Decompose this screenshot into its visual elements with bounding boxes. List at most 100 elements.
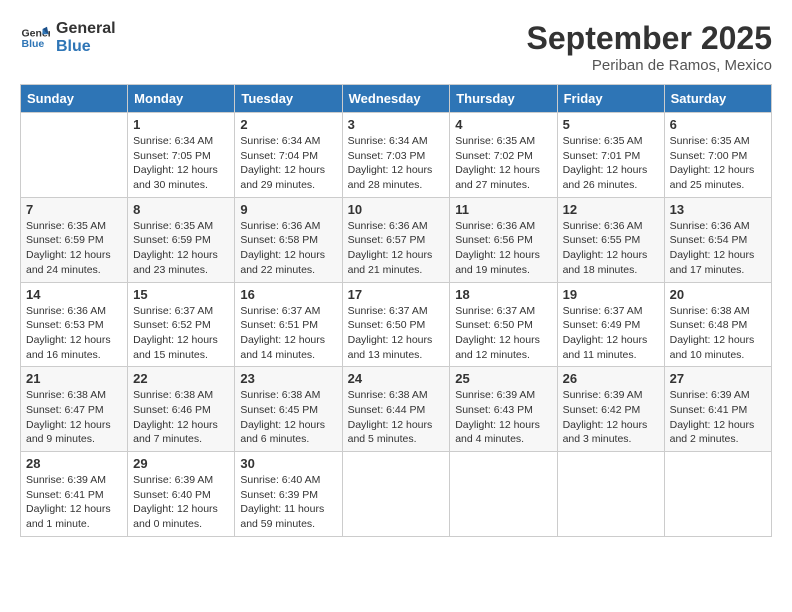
day-cell: 6 Sunrise: 6:35 AM Sunset: 7:00 PM Daylig…: [664, 113, 771, 198]
day-cell: [21, 113, 128, 198]
day-number: 4: [455, 117, 551, 132]
day-number: 30: [240, 456, 336, 471]
col-header-saturday: Saturday: [664, 85, 771, 113]
day-cell: 26 Sunrise: 6:39 AM Sunset: 6:42 PM Dayli…: [557, 367, 664, 452]
day-cell: 9 Sunrise: 6:36 AM Sunset: 6:58 PM Daylig…: [235, 197, 342, 282]
day-info: Sunrise: 6:35 AM Sunset: 7:02 PM Dayligh…: [455, 134, 551, 193]
day-number: 2: [240, 117, 336, 132]
day-number: 7: [26, 202, 122, 217]
day-cell: 4 Sunrise: 6:35 AM Sunset: 7:02 PM Daylig…: [450, 113, 557, 198]
day-cell: [557, 452, 664, 537]
day-cell: 16Sunrise: 6:37 AM Sunset: 6:51 PM Dayli…: [235, 282, 342, 367]
day-cell: 2 Sunrise: 6:34 AM Sunset: 7:04 PM Daylig…: [235, 113, 342, 198]
week-row-1: 1 Sunrise: 6:34 AM Sunset: 7:05 PM Daylig…: [21, 113, 772, 198]
day-info: Sunrise: 6:36 AM Sunset: 6:56 PM Dayligh…: [455, 219, 551, 278]
day-info: Sunrise: 6:34 AM Sunset: 7:04 PM Dayligh…: [240, 134, 336, 193]
day-cell: 27Sunrise: 6:39 AM Sunset: 6:41 PM Dayli…: [664, 367, 771, 452]
day-cell: 10 Sunrise: 6:36 AM Sunset: 6:57 PM Dayli…: [342, 197, 450, 282]
day-cell: 19 Sunrise: 6:37 AM Sunset: 6:49 PM Dayli…: [557, 282, 664, 367]
day-info: Sunrise: 6:38 AM Sunset: 6:48 PM Dayligh…: [670, 304, 766, 363]
day-cell: [342, 452, 450, 537]
header-row: SundayMondayTuesdayWednesdayThursdayFrid…: [21, 85, 772, 113]
day-number: 29: [133, 456, 229, 471]
logo: General Blue General Blue: [20, 20, 116, 55]
day-info: Sunrise: 6:37 AM Sunset: 6:50 PM Dayligh…: [348, 304, 445, 363]
page-header: General Blue General Blue September 2025…: [20, 20, 772, 74]
week-row-4: 21 Sunrise: 6:38 AM Sunset: 6:47 PM Dayli…: [21, 367, 772, 452]
day-number: 12: [563, 202, 659, 217]
day-cell: 5 Sunrise: 6:35 AM Sunset: 7:01 PM Daylig…: [557, 113, 664, 198]
day-info: Sunrise: 6:36 AM Sunset: 6:53 PM Dayligh…: [26, 304, 122, 363]
day-number: 19: [563, 287, 659, 302]
day-number: 28: [26, 456, 122, 471]
day-cell: 12 Sunrise: 6:36 AM Sunset: 6:55 PM Dayli…: [557, 197, 664, 282]
col-header-friday: Friday: [557, 85, 664, 113]
day-info: Sunrise: 6:36 AM Sunset: 6:55 PM Dayligh…: [563, 219, 659, 278]
day-number: 26: [563, 371, 659, 386]
day-number: 1: [133, 117, 229, 132]
day-number: 3: [348, 117, 445, 132]
col-header-sunday: Sunday: [21, 85, 128, 113]
day-number: 17: [348, 287, 445, 302]
day-cell: [450, 452, 557, 537]
day-number: 18: [455, 287, 551, 302]
day-info: Sunrise: 6:39 AM Sunset: 6:42 PM Dayligh…: [563, 388, 659, 447]
day-info: Sunrise: 6:38 AM Sunset: 6:47 PM Dayligh…: [26, 388, 122, 447]
day-number: 8: [133, 202, 229, 217]
day-number: 9: [240, 202, 336, 217]
day-number: 6: [670, 117, 766, 132]
day-info: Sunrise: 6:37 AM Sunset: 6:50 PM Dayligh…: [455, 304, 551, 363]
day-number: 23: [240, 371, 336, 386]
col-header-wednesday: Wednesday: [342, 85, 450, 113]
day-cell: 24Sunrise: 6:38 AM Sunset: 6:44 PM Dayli…: [342, 367, 450, 452]
day-number: 25: [455, 371, 551, 386]
day-cell: 22 Sunrise: 6:38 AM Sunset: 6:46 PM Dayli…: [128, 367, 235, 452]
col-header-tuesday: Tuesday: [235, 85, 342, 113]
day-info: Sunrise: 6:37 AM Sunset: 6:51 PM Dayligh…: [240, 304, 336, 363]
day-cell: 23 Sunrise: 6:38 AM Sunset: 6:45 PM Dayli…: [235, 367, 342, 452]
day-info: Sunrise: 6:36 AM Sunset: 6:58 PM Dayligh…: [240, 219, 336, 278]
day-cell: 21 Sunrise: 6:38 AM Sunset: 6:47 PM Dayli…: [21, 367, 128, 452]
day-cell: 8 Sunrise: 6:35 AM Sunset: 6:59 PM Daylig…: [128, 197, 235, 282]
day-info: Sunrise: 6:39 AM Sunset: 6:41 PM Dayligh…: [26, 473, 122, 532]
day-number: 10: [348, 202, 445, 217]
day-info: Sunrise: 6:34 AM Sunset: 7:05 PM Dayligh…: [133, 134, 229, 193]
day-info: Sunrise: 6:37 AM Sunset: 6:52 PM Dayligh…: [133, 304, 229, 363]
day-number: 21: [26, 371, 122, 386]
day-info: Sunrise: 6:35 AM Sunset: 6:59 PM Dayligh…: [133, 219, 229, 278]
day-cell: 1 Sunrise: 6:34 AM Sunset: 7:05 PM Daylig…: [128, 113, 235, 198]
col-header-thursday: Thursday: [450, 85, 557, 113]
week-row-2: 7 Sunrise: 6:35 AM Sunset: 6:59 PM Daylig…: [21, 197, 772, 282]
day-cell: 29Sunrise: 6:39 AM Sunset: 6:40 PM Dayli…: [128, 452, 235, 537]
day-number: 5: [563, 117, 659, 132]
day-info: Sunrise: 6:38 AM Sunset: 6:45 PM Dayligh…: [240, 388, 336, 447]
day-cell: [664, 452, 771, 537]
day-cell: 14Sunrise: 6:36 AM Sunset: 6:53 PM Dayli…: [21, 282, 128, 367]
day-number: 20: [670, 287, 766, 302]
day-info: Sunrise: 6:39 AM Sunset: 6:41 PM Dayligh…: [670, 388, 766, 447]
day-cell: 18 Sunrise: 6:37 AM Sunset: 6:50 PM Dayli…: [450, 282, 557, 367]
day-info: Sunrise: 6:35 AM Sunset: 7:00 PM Dayligh…: [670, 134, 766, 193]
day-info: Sunrise: 6:38 AM Sunset: 6:46 PM Dayligh…: [133, 388, 229, 447]
calendar-table: SundayMondayTuesdayWednesdayThursdayFrid…: [20, 84, 772, 537]
day-cell: 17 Sunrise: 6:37 AM Sunset: 6:50 PM Dayli…: [342, 282, 450, 367]
day-cell: 15Sunrise: 6:37 AM Sunset: 6:52 PM Dayli…: [128, 282, 235, 367]
logo-general: General: [56, 20, 116, 38]
logo-icon: General Blue: [20, 23, 50, 53]
location: Periban de Ramos, Mexico: [527, 57, 772, 74]
day-info: Sunrise: 6:37 AM Sunset: 6:49 PM Dayligh…: [563, 304, 659, 363]
day-cell: 25Sunrise: 6:39 AM Sunset: 6:43 PM Dayli…: [450, 367, 557, 452]
day-number: 22: [133, 371, 229, 386]
day-cell: 11 Sunrise: 6:36 AM Sunset: 6:56 PM Dayli…: [450, 197, 557, 282]
day-info: Sunrise: 6:38 AM Sunset: 6:44 PM Dayligh…: [348, 388, 445, 447]
day-info: Sunrise: 6:36 AM Sunset: 6:54 PM Dayligh…: [670, 219, 766, 278]
day-number: 11: [455, 202, 551, 217]
col-header-monday: Monday: [128, 85, 235, 113]
day-info: Sunrise: 6:34 AM Sunset: 7:03 PM Dayligh…: [348, 134, 445, 193]
day-info: Sunrise: 6:36 AM Sunset: 6:57 PM Dayligh…: [348, 219, 445, 278]
logo-blue: Blue: [56, 38, 116, 56]
day-info: Sunrise: 6:35 AM Sunset: 7:01 PM Dayligh…: [563, 134, 659, 193]
week-row-5: 28 Sunrise: 6:39 AM Sunset: 6:41 PM Dayli…: [21, 452, 772, 537]
week-row-3: 14Sunrise: 6:36 AM Sunset: 6:53 PM Dayli…: [21, 282, 772, 367]
day-cell: 30Sunrise: 6:40 AM Sunset: 6:39 PM Dayli…: [235, 452, 342, 537]
